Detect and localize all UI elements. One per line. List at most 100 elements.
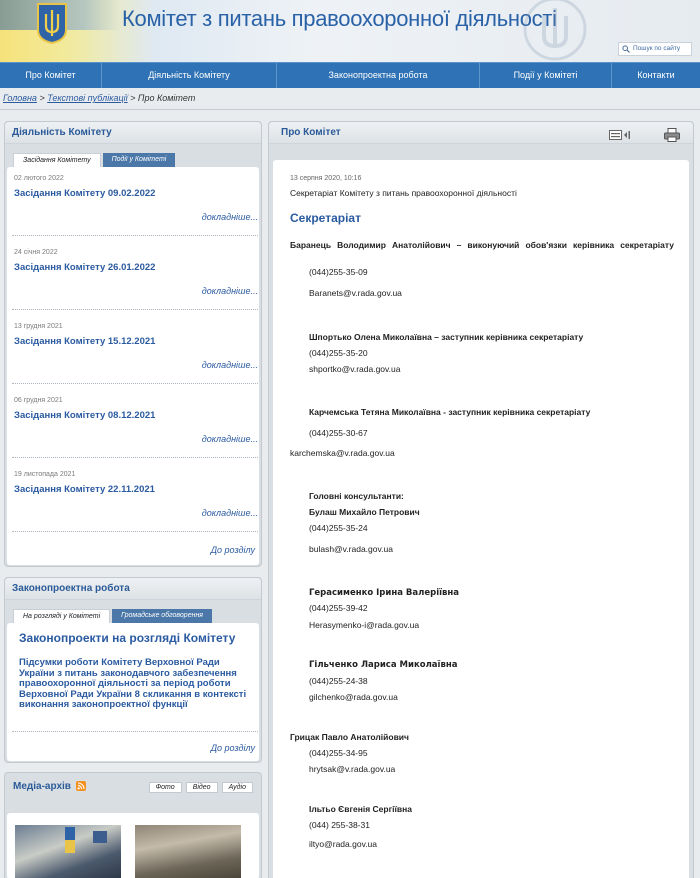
consultants-label: Головні консультанти:: [309, 491, 404, 501]
more-link[interactable]: докладніше...: [14, 286, 258, 296]
article-source: Секретаріат Комітету з питань правоохоро…: [290, 188, 517, 198]
staff-email: gilchenko@rada.gov.ua: [309, 692, 398, 702]
list-item: 19 листопада 2021 Засідання Комітету 22.…: [14, 471, 258, 518]
staff-email: shportko@v.rada.gov.ua: [309, 364, 401, 374]
staff-email: hrytsak@v.rada.gov.ua: [309, 764, 396, 774]
more-link[interactable]: докладніше...: [14, 212, 258, 222]
search-icon: [622, 45, 630, 53]
to-section-link[interactable]: До розділу: [211, 545, 255, 555]
media-photo-1[interactable]: [15, 825, 121, 878]
legislation-tabs: На розгляді у Комітеті Громадське обгово…: [13, 609, 214, 623]
media-photo-2[interactable]: [135, 825, 241, 878]
search-placeholder: Пошук по сайту: [633, 45, 681, 52]
list-item: 06 грудня 2021 Засідання Комітету 08.12.…: [14, 397, 258, 444]
staff-phone: (044)255-30-67: [309, 428, 368, 438]
nav-item-legislation[interactable]: Законопроектна робота: [277, 63, 480, 88]
list-item: 02 лютого 2022 Засідання Комітету 09.02.…: [14, 175, 258, 222]
divider: [12, 309, 258, 310]
search-input[interactable]: Пошук по сайту: [618, 42, 692, 56]
media-panel: Медіа-архів Фото Відео Аудіо: [4, 772, 262, 878]
event-date: 06 грудня 2021: [14, 397, 63, 404]
legislation-panel: Законопроектна робота На розгляді у Комі…: [4, 577, 262, 763]
event-date: 24 січня 2022: [14, 249, 58, 256]
breadcrumb-current: Про Комітет: [137, 93, 196, 103]
staff-phone: (044) 255-38-31: [309, 820, 370, 830]
nav-item-contacts[interactable]: Контакти: [612, 63, 700, 88]
divider: [0, 109, 700, 110]
staff-email: Herasymenko-i@rada.gov.ua: [309, 620, 420, 630]
staff-email: Baranets@v.rada.gov.ua: [309, 288, 402, 298]
rss-icon[interactable]: [75, 781, 86, 792]
tab-public-discussion[interactable]: Громадське обговорення: [112, 609, 213, 623]
breadcrumb: Головна > Текстові публікації > Про Комі…: [3, 93, 195, 103]
staff-name: Грицак Павло Анатолійович: [290, 732, 409, 742]
audio-button[interactable]: Аудіо: [221, 782, 253, 793]
site-header: Комітет з питань правоохоронної діяльнос…: [0, 0, 700, 62]
event-title-link[interactable]: Засідання Комітету 15.12.2021: [14, 336, 258, 347]
more-link[interactable]: докладніше...: [14, 508, 258, 518]
article-date: 13 серпня 2020, 10:16: [290, 175, 362, 182]
activity-panel-title: Діяльність Комітету: [5, 122, 261, 144]
staff-name: Баранець Володимир Анатолійович – викону…: [290, 240, 674, 250]
staff-email: iltyo@rada.gov.ua: [309, 839, 378, 849]
staff-phone: (044)255-35-09: [309, 267, 368, 277]
event-title-link[interactable]: Засідання Комітету 22.11.2021: [14, 484, 258, 495]
tab-under-review[interactable]: На розгляді у Комітеті: [13, 609, 111, 623]
to-section-link[interactable]: До розділу: [211, 743, 255, 753]
event-title-link[interactable]: Засідання Комітету 26.01.2022: [14, 262, 258, 273]
nav-item-events[interactable]: Події у Комітеті: [480, 63, 612, 88]
divider: [12, 531, 258, 532]
event-date: 02 лютого 2022: [14, 175, 64, 182]
more-link[interactable]: докладніше...: [14, 360, 258, 370]
staff-name: Булаш Михайло Петрович: [309, 507, 420, 517]
site-title[interactable]: Комітет з питань правоохоронної діяльнос…: [122, 6, 557, 32]
staff-phone: (044)255-39-42: [309, 603, 368, 613]
staff-phone: (044)255-35-24: [309, 523, 368, 533]
divider: [12, 235, 258, 236]
coat-of-arms-icon[interactable]: [36, 2, 68, 44]
staff-name: Шпортько Олена Миколаївна – заступник ке…: [309, 332, 584, 342]
tab-events[interactable]: Події у Комітеті: [102, 153, 176, 167]
staff-email: bulash@v.rada.gov.ua: [309, 544, 393, 554]
media-panel-title: Медіа-архів: [13, 781, 71, 792]
divider: [12, 457, 258, 458]
legislation-item-link[interactable]: Підсумки роботи Комітету Верховної Ради …: [19, 657, 247, 711]
staff-phone: (044)255-34-95: [309, 748, 368, 758]
staff-phone: (044)255-35-20: [309, 348, 368, 358]
main-nav: Про Комітет Діяльність Комітету Законопр…: [0, 62, 700, 88]
nav-item-activity[interactable]: Діяльність Комітету: [102, 63, 277, 88]
staff-name: Гільченко Лариса Миколаївна: [309, 660, 458, 670]
media-gallery: [7, 813, 259, 878]
breadcrumb-separator: >: [36, 93, 48, 103]
event-title-link[interactable]: Засідання Комітету 09.02.2022: [14, 188, 258, 199]
staff-name: Ільтьо Євгенія Сергіївна: [309, 804, 412, 814]
print-icon[interactable]: [664, 128, 680, 142]
staff-name: Карчемська Тетяна Миколаївна - заступник…: [309, 407, 591, 417]
legislation-heading: Законопроекти на розгляді Комітету: [19, 631, 236, 645]
event-date: 13 грудня 2021: [14, 323, 63, 330]
photo-button[interactable]: Фото: [148, 782, 182, 793]
activity-tabs: Засідання Комітету Події у Комітеті: [13, 153, 177, 167]
staff-email: karchemska@v.rada.gov.ua: [290, 448, 395, 458]
main-panel: Про Комітет 13 серпня 2020, 10:16 Секрет…: [268, 121, 694, 878]
tab-meetings[interactable]: Засідання Комітету: [13, 153, 101, 167]
breadcrumb-texts-link[interactable]: Текстові публікації: [47, 93, 127, 103]
legislation-panel-title: Законопроектна робота: [5, 578, 261, 600]
article: 13 серпня 2020, 10:16 Секретаріат Коміте…: [273, 160, 689, 878]
more-link[interactable]: докладніше...: [14, 434, 258, 444]
nav-item-about[interactable]: Про Комітет: [0, 63, 102, 88]
font-size-icon[interactable]: [609, 128, 631, 142]
breadcrumb-separator: >: [127, 93, 138, 103]
activity-list: 02 лютого 2022 Засідання Комітету 09.02.…: [7, 167, 259, 565]
article-heading: Секретаріат: [290, 211, 361, 225]
watermark-emblem-icon: [523, 0, 587, 61]
media-buttons: Фото Відео Аудіо: [145, 782, 253, 793]
legislation-content: Законопроекти на розгляді Комітету Підсу…: [7, 623, 259, 761]
event-title-link[interactable]: Засідання Комітету 08.12.2021: [14, 410, 258, 421]
video-button[interactable]: Відео: [185, 782, 218, 793]
activity-panel: Діяльність Комітету Засідання Комітету П…: [4, 121, 262, 567]
breadcrumb-home-link[interactable]: Головна: [3, 93, 37, 103]
staff-name: Герасименко Ірина Валеріївна: [309, 588, 460, 598]
event-date: 19 листопада 2021: [14, 471, 76, 478]
divider: [12, 731, 258, 732]
